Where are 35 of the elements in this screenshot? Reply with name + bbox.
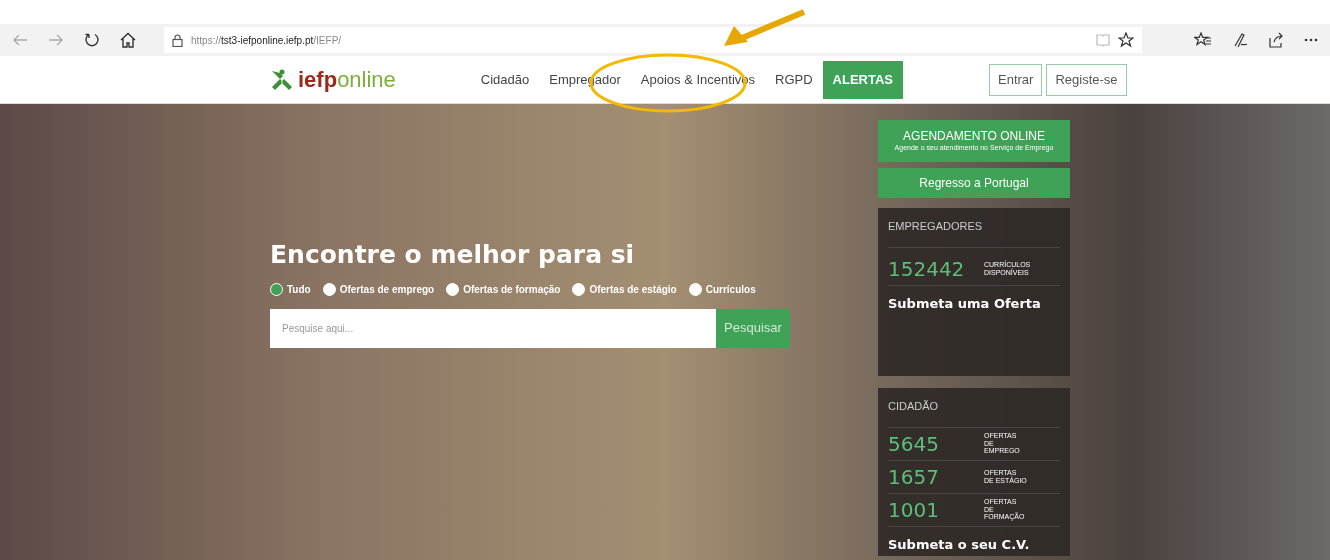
nav-link[interactable]: RGPD — [765, 60, 823, 99]
nav-link[interactable]: Cidadão — [470, 60, 540, 99]
radio-button[interactable] — [446, 282, 460, 296]
stat-value: 1657 — [888, 463, 940, 491]
hero-title: Encontre o melhor para si — [270, 239, 636, 271]
url-text: https://tst3-iefponline.iefp.pt/IEFP/ — [191, 33, 342, 48]
star-icon[interactable] — [1118, 32, 1134, 48]
radio-option[interactable]: Ofertas de emprego — [322, 281, 435, 297]
address-bar[interactable]: https://tst3-iefponline.iefp.pt/IEFP/ — [164, 27, 1142, 53]
refresh-icon[interactable] — [84, 32, 100, 48]
account-button[interactable]: Registe-se — [1046, 63, 1127, 96]
more-icon[interactable] — [1304, 38, 1318, 42]
home-icon[interactable] — [120, 32, 136, 48]
stat-value: 152442 — [888, 255, 966, 283]
card-link[interactable]: Submeta uma Oferta — [888, 293, 1060, 313]
radio-option[interactable]: Currículos — [688, 281, 756, 297]
share-icon[interactable] — [1268, 32, 1284, 48]
favorites-icon[interactable] — [1194, 32, 1212, 48]
radio-button[interactable] — [322, 282, 336, 296]
radio-button[interactable] — [270, 282, 283, 296]
stat-value: 5645 — [888, 430, 940, 458]
radio-option[interactable]: Ofertas de formação — [446, 281, 561, 297]
account-button[interactable]: Entrar — [989, 63, 1043, 96]
radio-option[interactable]: Tudo — [270, 281, 311, 297]
stat-value: 1001 — [888, 496, 940, 524]
logo-icon — [270, 68, 294, 91]
lock-icon — [172, 33, 183, 47]
radio-button[interactable] — [572, 282, 586, 296]
pen-icon[interactable] — [1232, 32, 1248, 48]
search-field[interactable]: Pesquise aqui... — [270, 308, 716, 348]
site-logo[interactable]: iefponline — [270, 68, 396, 91]
card-title: EMPREGADORES — [888, 218, 1060, 248]
card-title: CIDADÃO — [888, 398, 1060, 428]
radio-button[interactable] — [688, 282, 702, 296]
card-link[interactable]: Submeta o seu C.V. — [888, 534, 1060, 554]
